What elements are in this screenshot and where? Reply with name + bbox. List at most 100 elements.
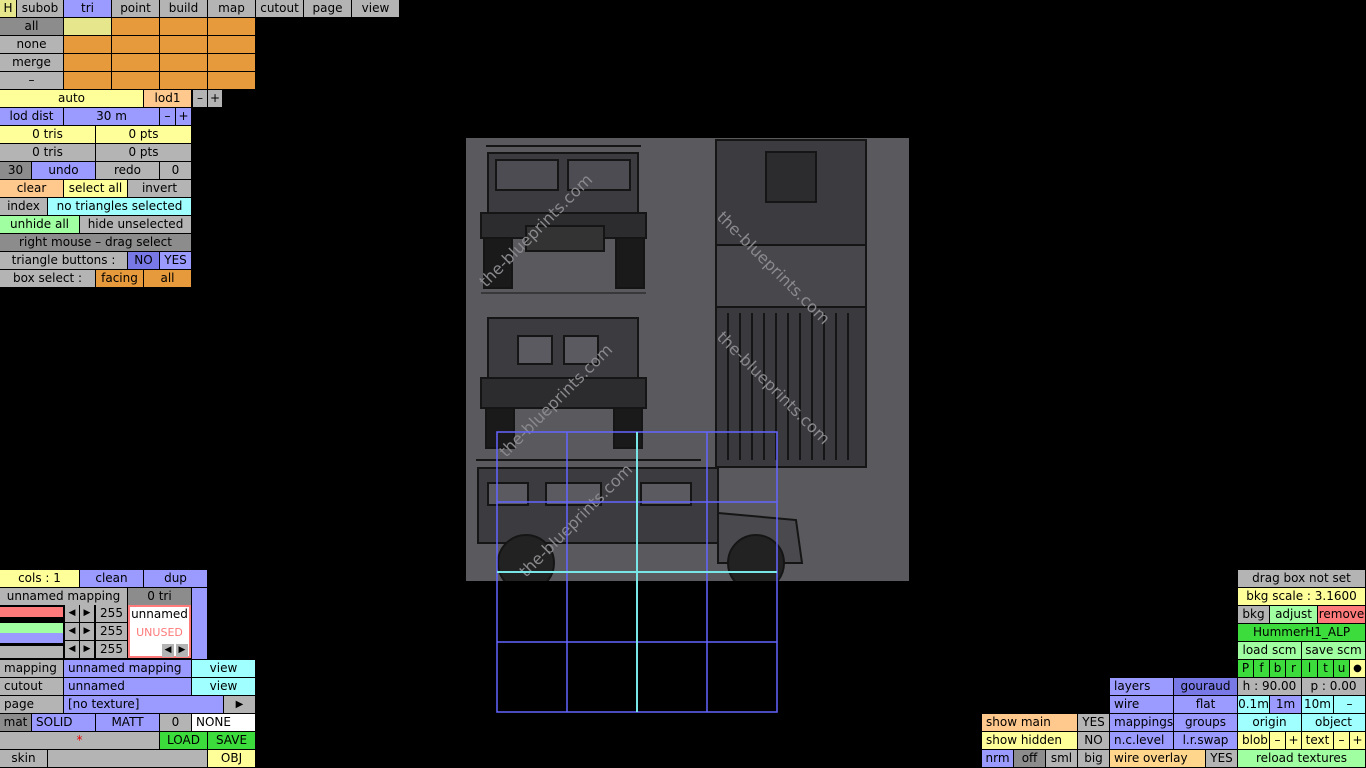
grid-cell[interactable] (64, 72, 111, 89)
layers-button[interactable]: layers (1110, 678, 1173, 695)
hide-unselected-button[interactable]: hide unselected (80, 216, 191, 233)
view-under-button[interactable]: u (1334, 660, 1349, 677)
grid-cell[interactable] (208, 18, 255, 35)
red-value[interactable]: 255 (96, 605, 127, 622)
bkg-scale[interactable]: bkg scale : 3.1600 (1238, 588, 1365, 605)
mapping-view-button[interactable]: view (192, 660, 255, 677)
tab-tri[interactable]: tri (64, 0, 111, 17)
scrollbar[interactable] (192, 588, 207, 659)
cutout-view-button[interactable]: view (192, 678, 255, 695)
cols-button[interactable]: cols : 1 (0, 570, 79, 587)
grid-cell[interactable] (160, 36, 207, 53)
grid-cell[interactable] (112, 54, 159, 71)
load-button[interactable]: LOAD (160, 732, 207, 749)
view-right-button[interactable]: r (1286, 660, 1301, 677)
lr-swap-button[interactable]: l.r.swap (1174, 732, 1237, 749)
grid-cell[interactable] (112, 36, 159, 53)
load-scm-button[interactable]: load scm (1238, 642, 1301, 659)
cutout-value[interactable]: unnamed (64, 678, 191, 695)
adjust-button[interactable]: adjust (1270, 606, 1317, 623)
mat-number[interactable]: 0 (160, 714, 191, 731)
red-slider[interactable] (0, 607, 63, 617)
heading-value[interactable]: h : 90.00 (1238, 678, 1301, 695)
lod-auto-button[interactable]: auto (0, 90, 143, 107)
green-slider[interactable] (0, 623, 63, 633)
blob-plus[interactable]: + (1286, 732, 1301, 749)
grid-cell[interactable] (208, 72, 255, 89)
text-minus[interactable]: – (1334, 732, 1349, 749)
reload-textures-button[interactable]: reload textures (1238, 750, 1365, 767)
lod-dist-plus[interactable]: + (176, 108, 191, 125)
green-left-arrow[interactable]: ◀ (65, 623, 79, 640)
red-left-arrow[interactable]: ◀ (65, 605, 79, 622)
page-value[interactable]: [no texture] (64, 696, 223, 713)
gouraud-button[interactable]: gouraud (1174, 678, 1237, 695)
matt-button[interactable]: MATT (96, 714, 159, 731)
flat-button[interactable]: flat (1174, 696, 1237, 713)
red-right-arrow[interactable]: ▶ (80, 605, 94, 622)
text-plus[interactable]: + (1350, 732, 1365, 749)
text-button[interactable]: text (1302, 732, 1333, 749)
show-main-label[interactable]: show main (982, 714, 1077, 731)
lod-level[interactable]: lod1 (144, 90, 191, 107)
save-scm-button[interactable]: save scm (1302, 642, 1365, 659)
triangle-buttons-no[interactable]: NO (128, 252, 159, 269)
show-hidden-label[interactable]: show hidden (982, 732, 1077, 749)
grid-cell[interactable] (160, 72, 207, 89)
tab-build[interactable]: build (160, 0, 207, 17)
invert-button[interactable]: invert (128, 180, 191, 197)
view-front-button[interactable]: f (1254, 660, 1269, 677)
bkg-button[interactable]: bkg (1238, 606, 1269, 623)
blue-left-arrow[interactable]: ◀ (65, 641, 79, 658)
index-button[interactable]: index (0, 198, 47, 215)
select-dash-row[interactable]: – (0, 72, 63, 89)
lod-dist-value[interactable]: 30 m (64, 108, 159, 125)
show-main-value[interactable]: YES (1078, 714, 1109, 731)
wire-button[interactable]: wire (1110, 696, 1173, 713)
grid-cell[interactable] (208, 54, 255, 71)
box-select-facing[interactable]: facing (96, 270, 143, 287)
right-mouse-mode[interactable]: right mouse – drag select (0, 234, 191, 251)
grid-cell[interactable] (208, 36, 255, 53)
lod-plus-button[interactable]: + (208, 90, 222, 107)
wire-overlay-value[interactable]: YES (1206, 750, 1237, 767)
material-prev[interactable]: ◀ (162, 644, 174, 657)
grid-cell[interactable] (64, 36, 111, 53)
triangle-buttons-yes[interactable]: YES (160, 252, 191, 269)
tab-map[interactable]: map (208, 0, 255, 17)
select-none-row[interactable]: none (0, 36, 63, 53)
nc-level-button[interactable]: n.c.level (1110, 732, 1173, 749)
wire-overlay-label[interactable]: wire overlay (1110, 750, 1205, 767)
skin-field[interactable] (48, 750, 207, 767)
view-dot-button[interactable]: ● (1350, 660, 1365, 677)
lod-dist-minus[interactable]: – (160, 108, 175, 125)
grid-cell[interactable] (112, 72, 159, 89)
mappings-button[interactable]: mappings (1110, 714, 1173, 731)
skin-label[interactable]: skin (0, 750, 47, 767)
nrm-button[interactable]: nrm (982, 750, 1013, 767)
origin-button[interactable]: origin (1238, 714, 1301, 731)
file-name[interactable]: HummerH1_ALP (1238, 624, 1365, 641)
select-all-button[interactable]: select all (64, 180, 127, 197)
clean-button[interactable]: clean (80, 570, 143, 587)
view-perspective-button[interactable]: P (1238, 660, 1253, 677)
material-next[interactable]: ▶ (176, 644, 188, 657)
lod-minus-button[interactable]: – (193, 90, 207, 107)
blob-minus[interactable]: – (1270, 732, 1285, 749)
off-button[interactable]: off (1014, 750, 1045, 767)
sml-button[interactable]: sml (1046, 750, 1077, 767)
tab-h[interactable]: H (0, 0, 16, 17)
view-back-button[interactable]: b (1270, 660, 1285, 677)
tab-point[interactable]: point (112, 0, 159, 17)
mapping-value[interactable]: unnamed mapping (64, 660, 191, 677)
blue-slider[interactable] (0, 633, 63, 643)
redo-button[interactable]: redo (96, 162, 159, 179)
tab-subob[interactable]: subob (17, 0, 63, 17)
alpha-slider[interactable] (0, 646, 63, 658)
green-right-arrow[interactable]: ▶ (80, 623, 94, 640)
page-play-button[interactable]: ▶ (224, 696, 255, 713)
groups-button[interactable]: groups (1174, 714, 1237, 731)
mat-none[interactable]: NONE (192, 714, 255, 731)
remove-button[interactable]: remove (1318, 606, 1365, 623)
select-merge-row[interactable]: merge (0, 54, 63, 71)
